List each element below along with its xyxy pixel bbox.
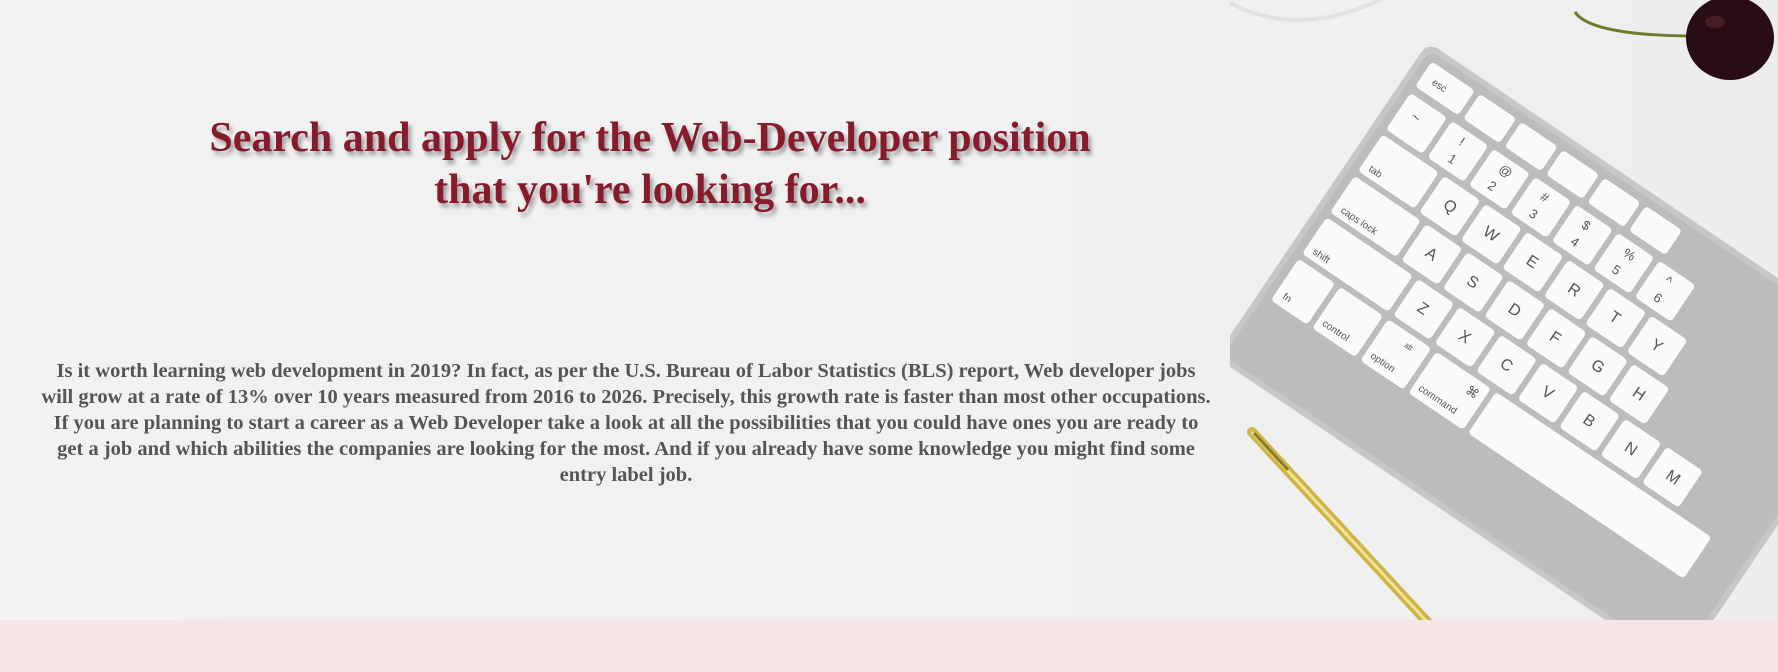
- hero-headline: Search and apply for the Web-Developer p…: [209, 115, 1091, 213]
- cup-rim: [1230, 0, 1385, 22]
- hero-banner: Search and apply for the Web-Developer p…: [0, 0, 1778, 620]
- hero-intro-paragraph: Is it worth learning web development in …: [41, 360, 1211, 486]
- cherry-stem: [1573, 11, 1691, 38]
- desk-photo: esc ~ ! 1 @ 2 # 3 $ 4 % 5 ^ 6 tab Q W E …: [1230, 0, 1778, 620]
- cherry: [1686, 0, 1774, 80]
- footer-band: [0, 620, 1778, 672]
- keyboard: esc ~ ! 1 @ 2 # 3 $ 4 % 5 ^ 6 tab Q W E …: [1230, 46, 1778, 620]
